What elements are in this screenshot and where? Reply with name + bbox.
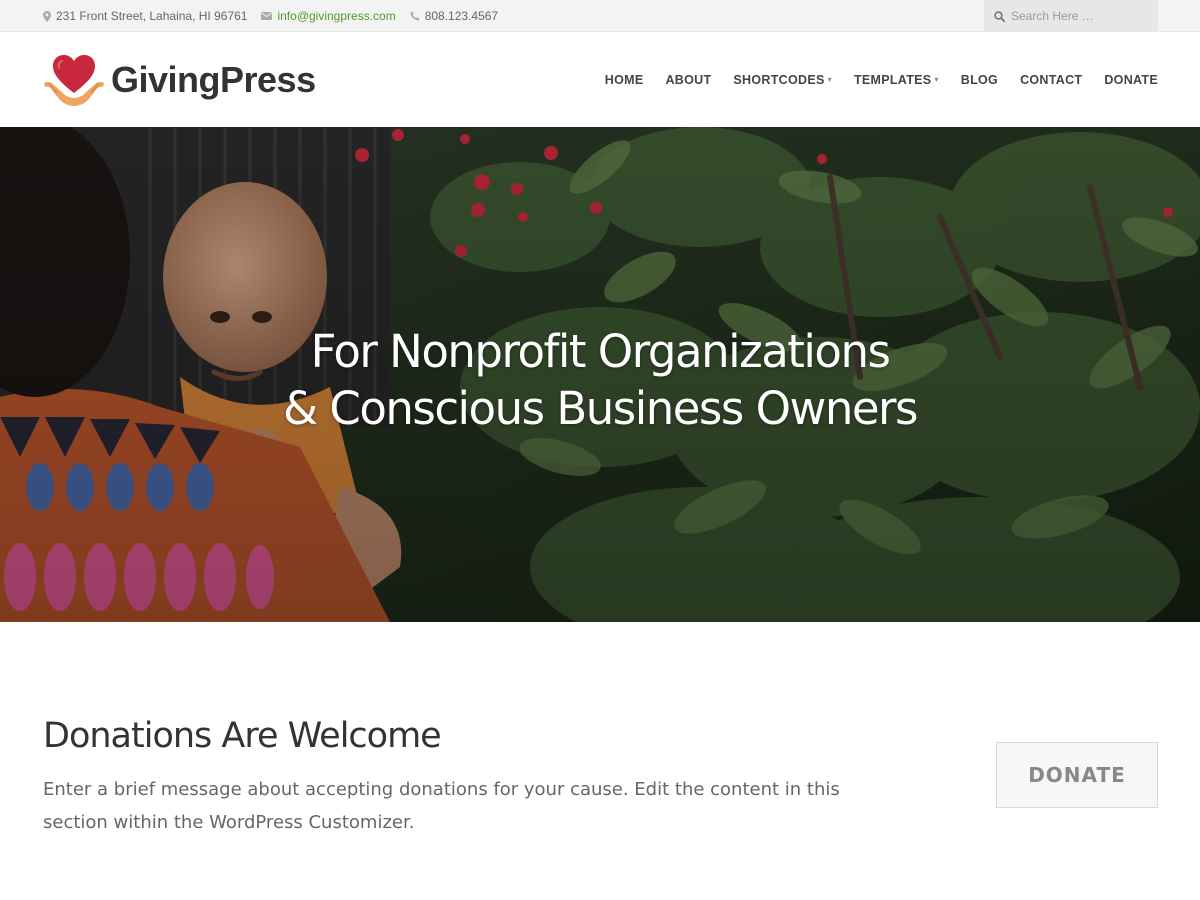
caret-down-icon: ▾ [827, 75, 832, 84]
donate-button[interactable]: DONATE [996, 742, 1158, 808]
donations-title: Donations Are Welcome [43, 716, 442, 756]
hero-title-line-1: For Nonprofit Organizations [310, 325, 891, 378]
nav-item-templates[interactable]: TEMPLATES ▾ [854, 73, 939, 87]
search-input[interactable] [1011, 9, 1151, 23]
hero-title: For Nonprofit Organizations & Conscious … [0, 323, 1200, 437]
phone-item: 808.123.4567 [410, 9, 498, 23]
site-logo[interactable]: GivingPress [43, 52, 316, 108]
nav-item-label: BLOG [960, 72, 999, 87]
nav-item-shortcodes[interactable]: SHORTCODES ▾ [733, 73, 832, 87]
nav-item-donate[interactable]: DONATE [1104, 73, 1158, 87]
nav-item-contact[interactable]: CONTACT [1020, 73, 1082, 87]
address-item: 231 Front Street, Lahaina, HI 96761 [43, 9, 247, 23]
nav-item-label: ABOUT [665, 72, 712, 87]
nav-item-label: HOME [604, 72, 644, 87]
hero-title-line-2: & Conscious Business Owners [283, 382, 918, 435]
hero-banner: For Nonprofit Organizations & Conscious … [0, 127, 1200, 622]
brand-name: GivingPress [111, 59, 316, 100]
nav-item-label: CONTACT [1020, 72, 1083, 87]
email-link[interactable]: info@givingpress.com [277, 9, 395, 23]
nav-item-home[interactable]: HOME [605, 73, 644, 87]
nav-item-about[interactable]: ABOUT [665, 73, 711, 87]
caret-down-icon: ▾ [934, 75, 939, 84]
nav-item-blog[interactable]: BLOG [961, 73, 998, 87]
nav-item-label: TEMPLATES [853, 72, 932, 87]
main-nav: HOME ABOUT SHORTCODES ▾ TEMPLATES ▾ BLOG… [583, 32, 1158, 127]
phone-text: 808.123.4567 [424, 9, 499, 23]
address-text: 231 Front Street, Lahaina, HI 96761 [56, 9, 248, 23]
email-item[interactable]: info@givingpress.com [261, 9, 396, 23]
top-bar: 231 Front Street, Lahaina, HI 96761 info… [0, 0, 1200, 32]
nav-item-label: DONATE [1104, 72, 1158, 87]
site-header: GivingPress HOME ABOUT SHORTCODES ▾ TEMP… [0, 32, 1200, 127]
phone-icon [410, 11, 420, 21]
search-box[interactable] [984, 0, 1158, 32]
map-pin-icon [43, 10, 51, 22]
contact-info: 231 Front Street, Lahaina, HI 96761 info… [43, 0, 498, 32]
envelope-icon [261, 12, 273, 20]
heart-hands-icon [44, 55, 104, 106]
search-icon [994, 10, 1005, 22]
donations-text: Enter a brief message about accepting do… [43, 779, 840, 833]
nav-item-label: SHORTCODES [733, 72, 825, 87]
